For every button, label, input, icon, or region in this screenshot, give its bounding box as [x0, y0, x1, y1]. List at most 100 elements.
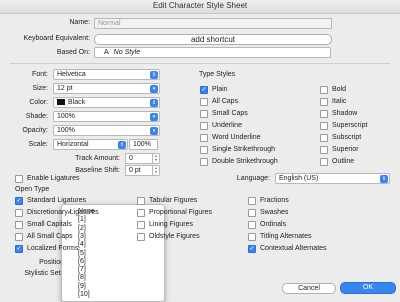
type-style-checkbox[interactable] [320, 110, 328, 118]
type-style-label: All Caps [212, 98, 239, 105]
language-value: English (US) [279, 175, 319, 182]
type-style-checkbox[interactable]: ✓ [200, 86, 208, 94]
opentype-label: Fractions [260, 197, 289, 204]
track-stepper[interactable]: ▴ ▾ [152, 153, 160, 164]
menu-item[interactable]: [2] [78, 225, 86, 232]
opentype-checkbox[interactable] [248, 197, 256, 205]
baseline-shift-field[interactable]: 0 pt [125, 165, 154, 176]
type-style-label: Outline [332, 158, 355, 165]
type-style-checkbox[interactable] [320, 134, 328, 142]
type-style-label: Plain [212, 86, 228, 93]
menu-item[interactable]: [7] [78, 266, 86, 273]
opentype-checkbox[interactable] [137, 233, 145, 241]
type-style-checkbox[interactable] [200, 110, 208, 118]
type-style-checkbox[interactable] [320, 158, 328, 166]
opentype-checkbox[interactable] [137, 197, 145, 205]
opacity-combo[interactable]: 100% ▾ [53, 125, 160, 136]
stylistic-sets-menu[interactable]: ✓ None [1] [2] [3] [4] [5] [6] [7] [8] [9] [10] [61, 204, 165, 302]
color-label: Color: [29, 99, 48, 106]
opentype-checkbox[interactable] [248, 221, 256, 229]
type-style-checkbox[interactable] [200, 134, 208, 142]
shade-combo[interactable]: 100% ▾ [53, 111, 160, 122]
menu-item[interactable]: [5] [78, 250, 86, 257]
type-style-checkbox[interactable] [200, 122, 208, 130]
type-style-checkbox[interactable] [320, 86, 328, 94]
opentype-checkbox[interactable] [248, 233, 256, 241]
opacity-value: 100% [57, 127, 75, 134]
opentype-checkbox[interactable] [137, 209, 145, 217]
opentype-label: Ordinals [260, 221, 287, 228]
type-style-checkbox[interactable] [320, 122, 328, 130]
size-combo[interactable]: 12 pt ▾ [53, 83, 160, 94]
language-popup[interactable]: English (US) ⇕ [275, 173, 390, 184]
opentype-checkbox[interactable] [137, 221, 145, 229]
menu-item[interactable]: [9] [78, 283, 86, 290]
opentype-label: Localized Forms [27, 245, 79, 252]
opentype-checkbox[interactable] [15, 221, 23, 229]
opentype-checkbox[interactable] [15, 233, 23, 241]
opentype-label: Proportional Figures [149, 209, 213, 216]
menu-item[interactable]: [6] [78, 258, 86, 265]
open-type-heading: Open Type [15, 186, 50, 193]
font-label: Font: [32, 71, 48, 78]
keyboard-equivalent-label: Keyboard Equivalent: [23, 35, 90, 42]
font-value: Helvetica [57, 71, 86, 78]
opentype-checkbox[interactable] [15, 209, 23, 217]
menu-item[interactable]: [3] [78, 233, 86, 240]
scale-mode-popup[interactable]: Horizontal ⇕ [53, 139, 128, 150]
type-style-label: Underline [212, 122, 242, 129]
type-style-label: Italic [332, 98, 347, 105]
opentype-label: All Small Caps [27, 233, 73, 240]
chevron-up-down-icon: ⇕ [150, 71, 158, 79]
opentype-label: Standard Ligatures [27, 197, 87, 204]
window-title: Edit Character Style Sheet [0, 0, 400, 14]
opentype-checkbox[interactable]: ✓ [15, 197, 23, 205]
opentype-label: Swashes [260, 209, 289, 216]
track-amount-field[interactable]: 0 [125, 153, 154, 164]
type-style-checkbox[interactable] [200, 146, 208, 154]
menu-item[interactable]: [10] [78, 291, 90, 298]
opentype-label: Discretionary Ligatures [27, 209, 99, 216]
name-field[interactable]: Normal [94, 18, 332, 29]
menu-item[interactable]: [8] [78, 274, 86, 281]
type-style-checkbox[interactable] [320, 98, 328, 106]
based-on-popup[interactable]: A No Style [94, 47, 331, 58]
type-style-label: Double Strikethrough [212, 158, 278, 165]
color-popup[interactable]: Black ⇕ [53, 97, 160, 108]
baseline-shift-label: Baseline Shift: [75, 167, 120, 174]
scale-label: Scale: [28, 141, 48, 148]
opentype-checkbox[interactable]: ✓ [15, 245, 23, 253]
opentype-label: Lining Figures [149, 221, 193, 228]
add-shortcut-button[interactable]: add shortcut [94, 34, 332, 45]
font-popup[interactable]: Helvetica ⇕ [53, 69, 160, 80]
opentype-checkbox[interactable] [248, 209, 256, 217]
cancel-button[interactable]: Cancel [282, 283, 336, 294]
position-label: Position: [39, 259, 66, 266]
chevron-up-down-icon: ⇕ [118, 141, 126, 149]
color-swatch [57, 99, 65, 105]
baseline-stepper[interactable]: ▴ ▾ [152, 165, 160, 176]
chevron-down-icon: ▾ [150, 127, 158, 135]
chevron-up-down-icon: ⇕ [380, 175, 388, 183]
name-label: Name: [69, 19, 90, 26]
menu-item[interactable]: [4] [78, 241, 86, 248]
scale-value-field[interactable]: 100% [129, 139, 158, 150]
language-label: Language: [236, 175, 270, 182]
stylistic-sets-label: Stylistic Sets: [24, 270, 66, 277]
type-style-label: Small Caps [212, 110, 248, 117]
opentype-checkbox[interactable]: ✓ [248, 245, 256, 253]
based-on-value: No Style [113, 49, 141, 56]
opentype-label: Oldstyle Figures [149, 233, 200, 240]
enable-ligatures-label: Enable Ligatures [27, 175, 80, 182]
type-style-checkbox[interactable] [200, 158, 208, 166]
type-style-label: Shadow [332, 110, 358, 117]
type-style-checkbox[interactable] [200, 98, 208, 106]
opentype-label: Small Capitals [27, 221, 72, 228]
chevron-up-down-icon: ⇕ [150, 99, 158, 107]
enable-ligatures-checkbox[interactable] [15, 175, 23, 183]
menu-item[interactable]: [1] [78, 216, 86, 223]
type-style-checkbox[interactable] [320, 146, 328, 154]
shade-label: Shade: [25, 113, 48, 120]
color-value: Black [68, 99, 86, 106]
ok-button[interactable]: OK [340, 282, 396, 294]
